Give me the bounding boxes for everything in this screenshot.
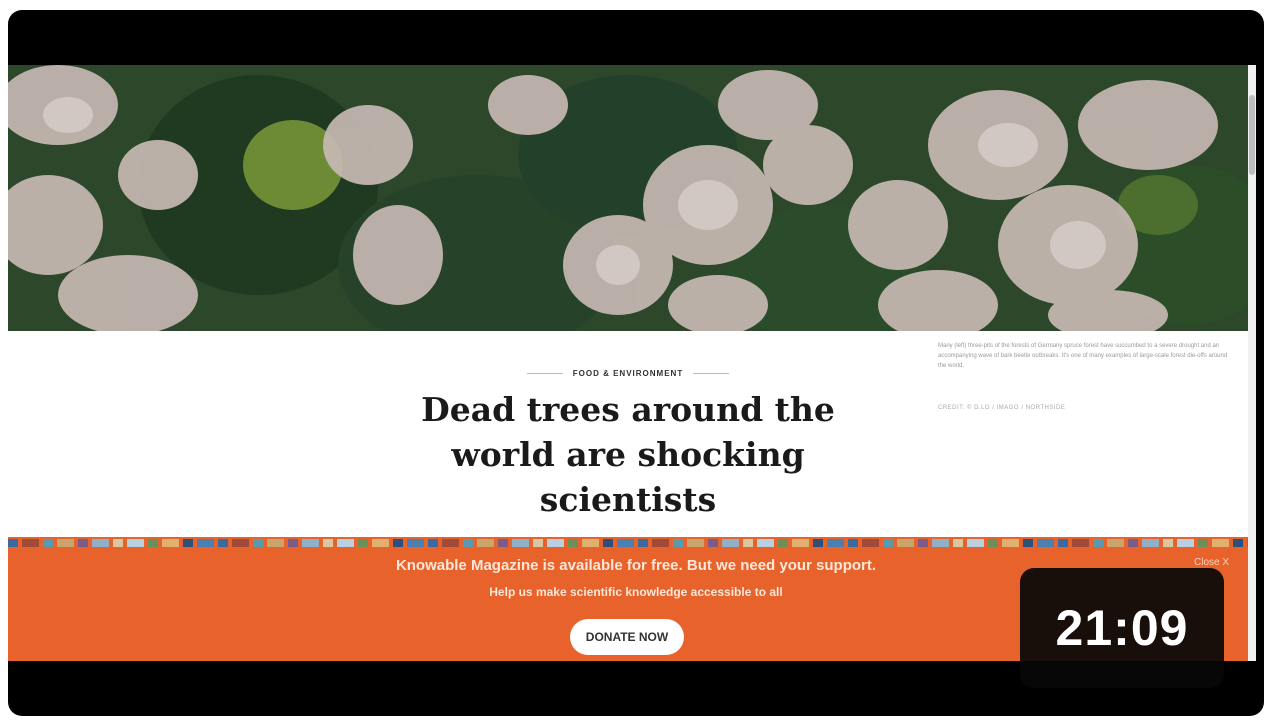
mosaic-tile: [1212, 539, 1229, 547]
mosaic-tile: [967, 539, 984, 547]
mosaic-tile: [862, 539, 879, 547]
mosaic-tile: [743, 539, 753, 547]
mosaic-tile: [302, 539, 319, 547]
mosaic-tile: [617, 539, 634, 547]
divider-line: [526, 372, 563, 374]
category-row: FOOD & ENVIRONMENT: [488, 367, 768, 379]
mosaic-tile: [512, 539, 529, 547]
mosaic-tile: [57, 539, 74, 547]
divider-line: [693, 372, 730, 374]
mosaic-tile: [603, 539, 613, 547]
mosaic-tile: [568, 539, 578, 547]
mosaic-tile: [358, 539, 368, 547]
mosaic-tile: [1037, 539, 1054, 547]
mosaic-tile: [113, 539, 123, 547]
donate-now-button[interactable]: DONATE NOW: [570, 619, 684, 655]
mosaic-tile: [1198, 539, 1208, 547]
mosaic-tile: [652, 539, 669, 547]
mosaic-tile: [78, 539, 88, 547]
mosaic-tile: [43, 539, 53, 547]
mosaic-tile: [638, 539, 648, 547]
mosaic-tile: [323, 539, 333, 547]
category-label[interactable]: FOOD & ENVIRONMENT: [573, 369, 683, 378]
mosaic-tile: [267, 539, 284, 547]
mosaic-tile: [372, 539, 389, 547]
scrollbar-thumb[interactable]: [1249, 95, 1255, 175]
mosaic-tile: [827, 539, 844, 547]
mosaic-tile: [442, 539, 459, 547]
mosaic-tile: [757, 539, 774, 547]
mosaic-tile: [1177, 539, 1194, 547]
mosaic-tile: [463, 539, 473, 547]
mosaic-tile: [22, 539, 39, 547]
mosaic-tile: [953, 539, 963, 547]
mosaic-tile: [407, 539, 424, 547]
mosaic-tile: [218, 539, 228, 547]
mosaic-tile: [127, 539, 144, 547]
mosaic-tile: [813, 539, 823, 547]
mosaic-tile: [932, 539, 949, 547]
photo-caption: Many (left) three-pits of the forests of…: [938, 343, 1228, 369]
mosaic-tile: [1058, 539, 1068, 547]
mosaic-tile: [197, 539, 214, 547]
mosaic-tile: [148, 539, 158, 547]
mosaic-tile: [477, 539, 494, 547]
mosaic-tile: [848, 539, 858, 547]
mosaic-tile: [288, 539, 298, 547]
mosaic-tile: [722, 539, 739, 547]
mosaic-tile: [778, 539, 788, 547]
mosaic-tile: [883, 539, 893, 547]
mosaic-tile: [582, 539, 599, 547]
video-duration-badge: 21:09: [1020, 568, 1224, 688]
mosaic-tile: [1002, 539, 1019, 547]
banner-mosaic-strip: [8, 539, 1248, 547]
mosaic-tile: [988, 539, 998, 547]
mosaic-tile: [92, 539, 109, 547]
mosaic-tile: [673, 539, 683, 547]
mosaic-tile: [8, 539, 18, 547]
mosaic-tile: [337, 539, 354, 547]
mosaic-tile: [687, 539, 704, 547]
hero-image-dead-trees: [8, 65, 1248, 331]
mosaic-tile: [897, 539, 914, 547]
mosaic-tile: [162, 539, 179, 547]
scrollbar[interactable]: [1248, 65, 1256, 661]
mosaic-tile: [1072, 539, 1089, 547]
mosaic-tile: [792, 539, 809, 547]
mosaic-tile: [183, 539, 193, 547]
mosaic-tile: [533, 539, 543, 547]
article-headline: Dead trees around the world are shocking…: [421, 390, 835, 519]
mosaic-tile: [708, 539, 718, 547]
mosaic-tile: [1142, 539, 1159, 547]
mosaic-tile: [1107, 539, 1124, 547]
mosaic-tile: [498, 539, 508, 547]
mosaic-tile: [393, 539, 403, 547]
mosaic-tile: [1163, 539, 1173, 547]
mosaic-tile: [1023, 539, 1033, 547]
photo-credit: CREDIT: © D.LO / IMAGO / NORTHSIDE: [938, 405, 1066, 411]
mosaic-tile: [1233, 539, 1243, 547]
mosaic-tile: [428, 539, 438, 547]
mosaic-tile: [232, 539, 249, 547]
close-banner-button[interactable]: Close X: [1194, 557, 1229, 568]
mosaic-tile: [253, 539, 263, 547]
mosaic-tile: [1093, 539, 1103, 547]
mosaic-tile: [918, 539, 928, 547]
mosaic-tile: [1128, 539, 1138, 547]
mosaic-tile: [547, 539, 564, 547]
